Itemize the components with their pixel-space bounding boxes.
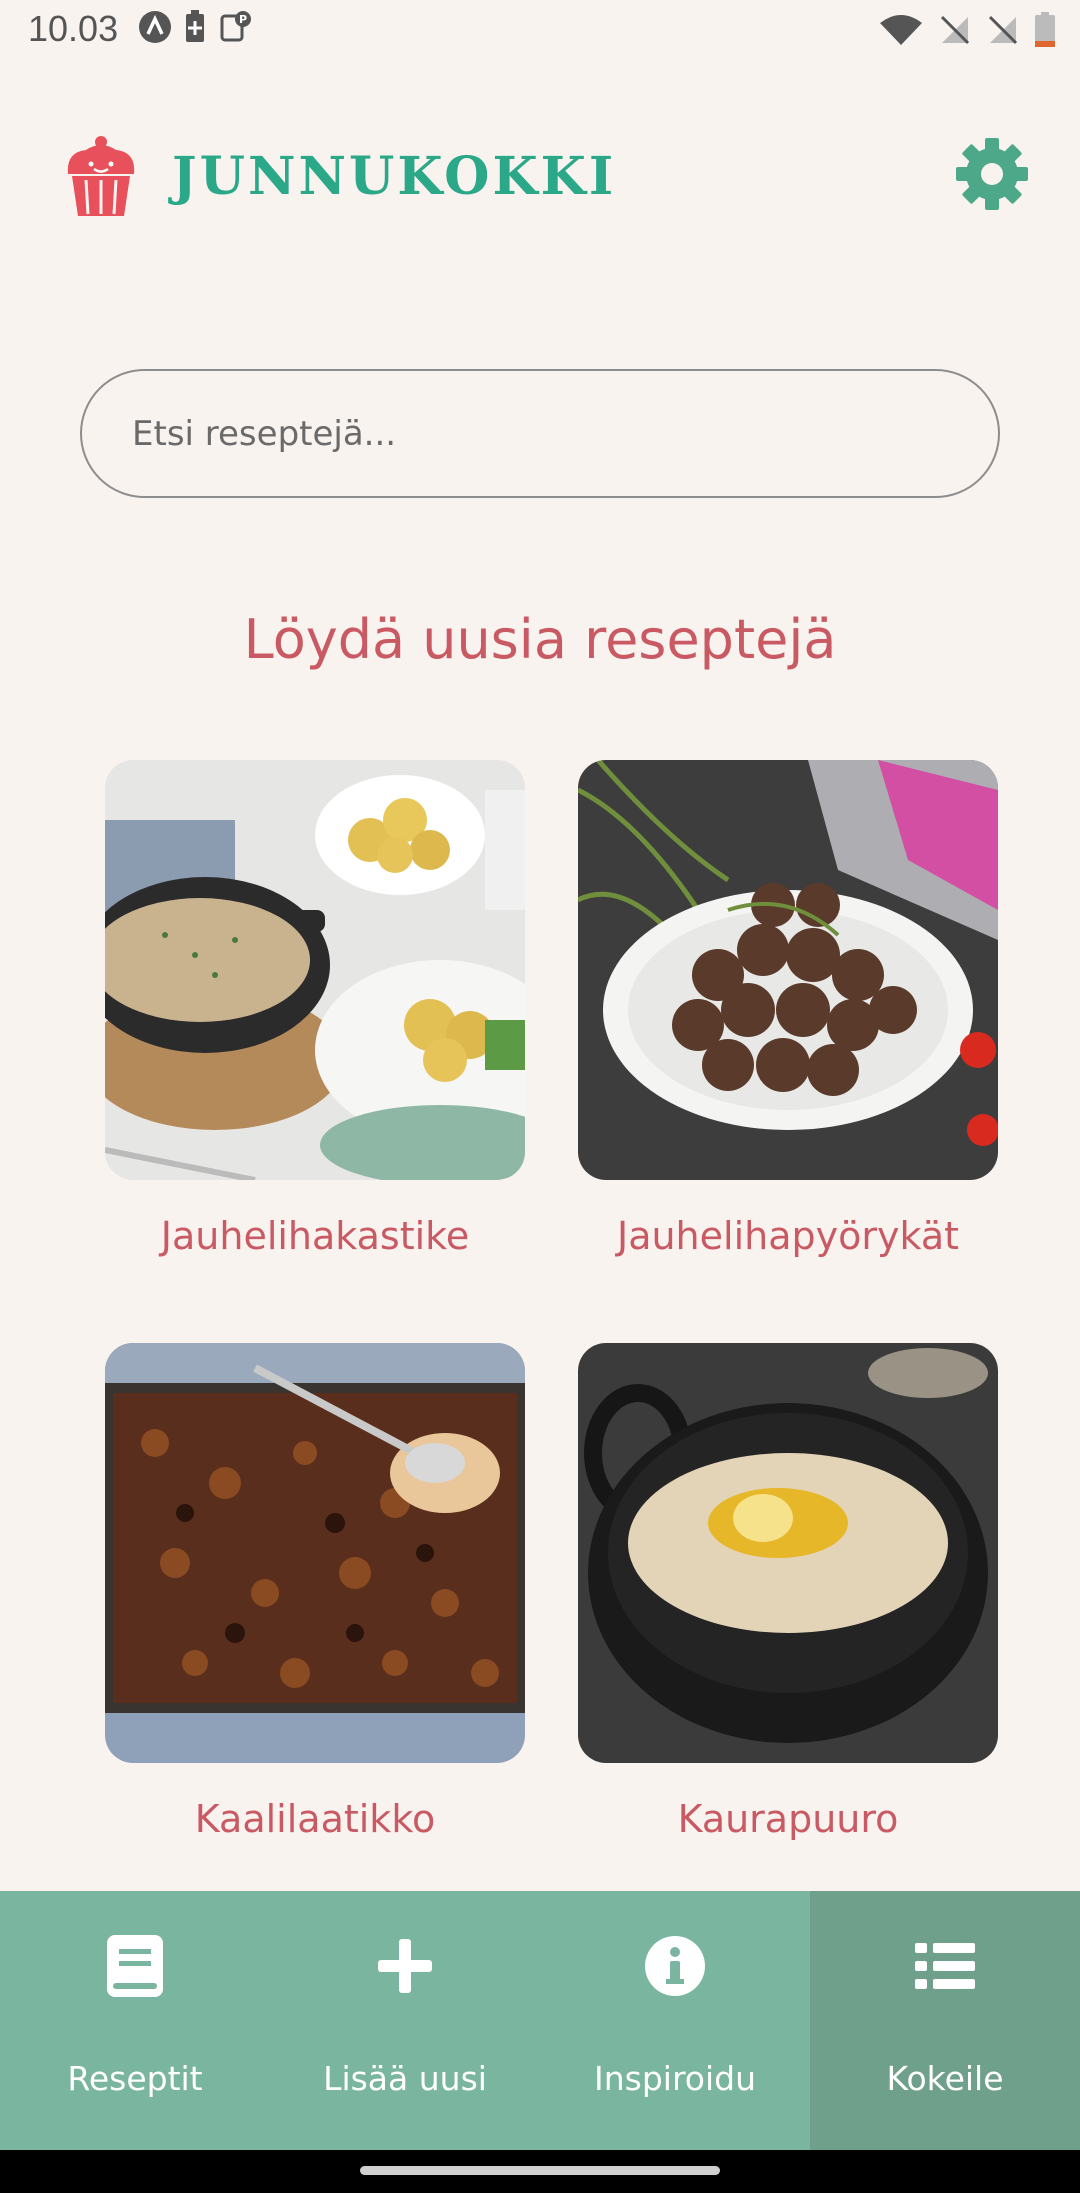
parking-icon: P — [220, 11, 251, 42]
recipe-card[interactable]: Kaalilaatikko — [105, 1343, 525, 1841]
settings-button[interactable] — [954, 136, 1030, 212]
gear-icon — [956, 138, 1028, 210]
nav-label: Inspiroidu — [593, 2059, 757, 2098]
battery-saver-icon — [186, 10, 204, 42]
nav-lisaa-uusi[interactable]: Lisää uusi — [270, 1891, 540, 2150]
recipe-image[interactable] — [578, 1343, 998, 1763]
book-icon — [107, 1935, 163, 1997]
recipe-card[interactable]: Jauhelihapyörykät — [578, 760, 998, 1258]
recipe-name: Kaurapuuro — [677, 1797, 899, 1841]
app-a-icon — [139, 11, 171, 43]
signal-off-icon — [940, 15, 970, 45]
bottom-navigation: Reseptit Lisää uusi Inspiroidu Kokeile — [0, 1891, 1080, 2150]
recipe-image[interactable] — [105, 1343, 525, 1763]
recipe-name: Jauhelihakastike — [160, 1214, 470, 1258]
recipe-image[interactable] — [105, 760, 525, 1180]
signal-off-icon — [988, 15, 1018, 45]
status-bar: 10.03 P — [0, 0, 1080, 62]
status-left-icons: P — [138, 10, 252, 44]
recipe-name: Jauhelihapyörykät — [616, 1214, 960, 1258]
nav-label: Kokeile — [886, 2059, 1004, 2098]
recipe-name: Kaalilaatikko — [194, 1797, 436, 1841]
app-header: JUNNUKOKKI — [0, 120, 1080, 232]
search-input[interactable] — [82, 371, 998, 496]
section-title: Löydä uusia reseptejä — [243, 608, 837, 671]
search-box[interactable] — [80, 369, 1000, 498]
status-time: 10.03 — [28, 8, 119, 49]
recipe-card[interactable]: Kaurapuuro — [578, 1343, 998, 1841]
nav-label: Lisää uusi — [323, 2059, 487, 2098]
app-title: JUNNUKOKKI — [172, 146, 617, 207]
plus-icon — [378, 1939, 432, 1993]
nav-label: Reseptit — [67, 2059, 203, 2098]
nav-reseptit[interactable]: Reseptit — [0, 1891, 270, 2150]
recipe-image[interactable] — [578, 760, 998, 1180]
nav-kokeile[interactable]: Kokeile — [810, 1891, 1080, 2150]
wifi-icon — [880, 15, 922, 45]
svg-text:P: P — [239, 13, 247, 26]
home-gesture-handle[interactable] — [360, 2166, 720, 2175]
battery-low-icon — [1035, 12, 1055, 47]
info-icon — [645, 1936, 705, 1996]
gesture-bar — [0, 2150, 1080, 2193]
nav-inspiroidu[interactable]: Inspiroidu — [540, 1891, 810, 2150]
recipe-card[interactable]: Jauhelihakastike — [105, 760, 525, 1258]
status-right-icons — [878, 12, 1056, 48]
list-icon — [915, 1943, 975, 1989]
cupcake-icon — [67, 136, 135, 216]
